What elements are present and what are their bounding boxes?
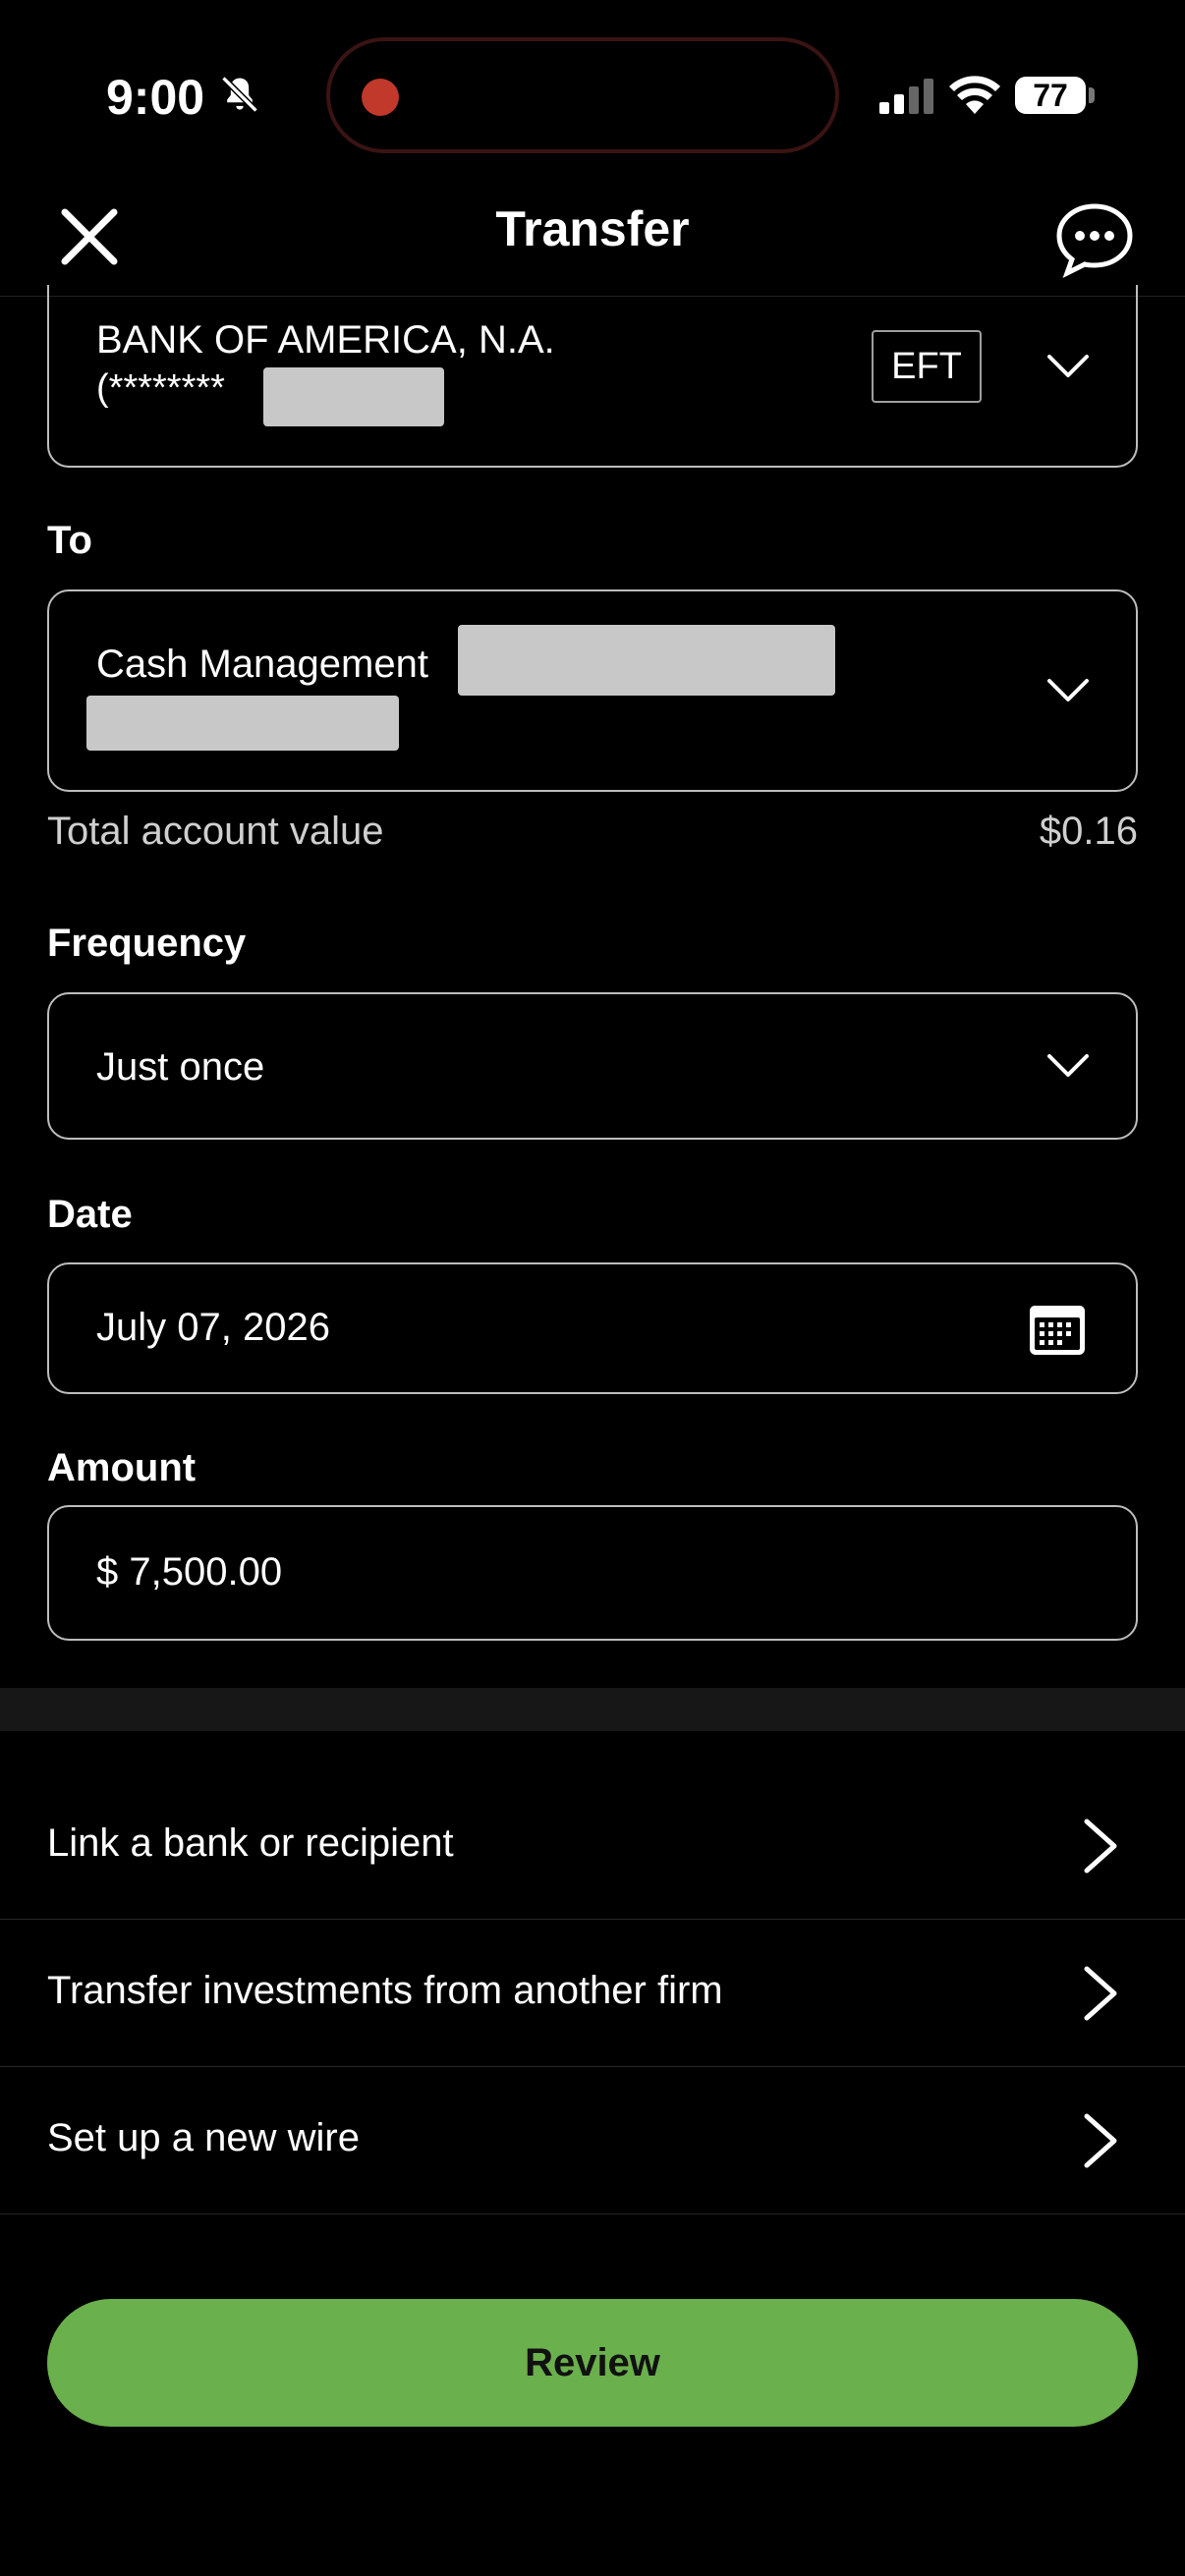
new-wire-label: Set up a new wire — [47, 2116, 360, 2159]
battery-tip — [1089, 87, 1095, 103]
transfer-investments-label: Transfer investments from another firm — [47, 1969, 723, 2012]
status-bar: 9:00 77 — [0, 0, 1185, 187]
chevron-right-icon — [1084, 1819, 1117, 1874]
frequency-value: Just once — [96, 1045, 265, 1089]
chevron-down-icon — [1047, 679, 1089, 701]
date-field[interactable]: July 07, 2026 — [47, 1262, 1138, 1394]
amount-label: Amount — [47, 1446, 197, 1489]
from-bank-name: BANK OF AMERICA, N.A. — [96, 318, 555, 362]
status-time: 9:00 — [106, 70, 205, 125]
chevron-right-icon — [1084, 2113, 1117, 2168]
amount-value: $ 7,500.00 — [96, 1550, 283, 1594]
eft-badge: EFT — [872, 330, 982, 403]
to-account-name: Cash Management — [96, 643, 428, 686]
redacted-block — [458, 625, 835, 696]
total-account-value: $0.16 — [1039, 810, 1138, 853]
frequency-selector[interactable]: Just once — [47, 992, 1138, 1140]
page-title: Transfer — [495, 201, 690, 256]
date-label: Date — [47, 1193, 133, 1236]
chevron-down-icon — [1047, 1054, 1089, 1077]
redacted-block — [86, 696, 399, 751]
redacted-block — [263, 367, 444, 426]
section-divider — [0, 1688, 1185, 1731]
bell-slash-icon — [221, 76, 258, 113]
link-bank-label: Link a bank or recipient — [47, 1821, 454, 1865]
new-wire-row[interactable]: Set up a new wire — [0, 2067, 1185, 2214]
total-account-value-row: Total account value $0.16 — [47, 810, 1138, 854]
nav-header: Transfer — [0, 187, 1185, 297]
frequency-label: Frequency — [47, 922, 247, 965]
amount-input[interactable]: $ 7,500.00 — [47, 1505, 1138, 1641]
to-label: To — [47, 519, 92, 562]
link-bank-row[interactable]: Link a bank or recipient — [0, 1772, 1185, 1920]
transfer-investments-row[interactable]: Transfer investments from another firm — [0, 1920, 1185, 2067]
from-account-mask: (******** — [96, 367, 225, 409]
to-account-selector[interactable]: Cash Management — [47, 589, 1138, 792]
date-value: July 07, 2026 — [96, 1306, 330, 1349]
review-button[interactable]: Review — [47, 2299, 1138, 2427]
chevron-right-icon — [1084, 1966, 1117, 2021]
calendar-icon[interactable] — [1028, 1302, 1087, 1357]
recording-indicator — [362, 79, 399, 116]
chat-bubble-icon[interactable] — [1053, 198, 1136, 281]
dynamic-island — [326, 37, 839, 153]
chevron-down-icon — [1047, 355, 1089, 377]
signal-icon — [879, 79, 933, 114]
total-account-value-label: Total account value — [47, 810, 384, 853]
battery-icon: 77 — [1015, 77, 1086, 114]
wifi-icon — [949, 76, 1000, 114]
from-account-selector[interactable]: BANK OF AMERICA, N.A. (******** EFT — [47, 285, 1138, 468]
